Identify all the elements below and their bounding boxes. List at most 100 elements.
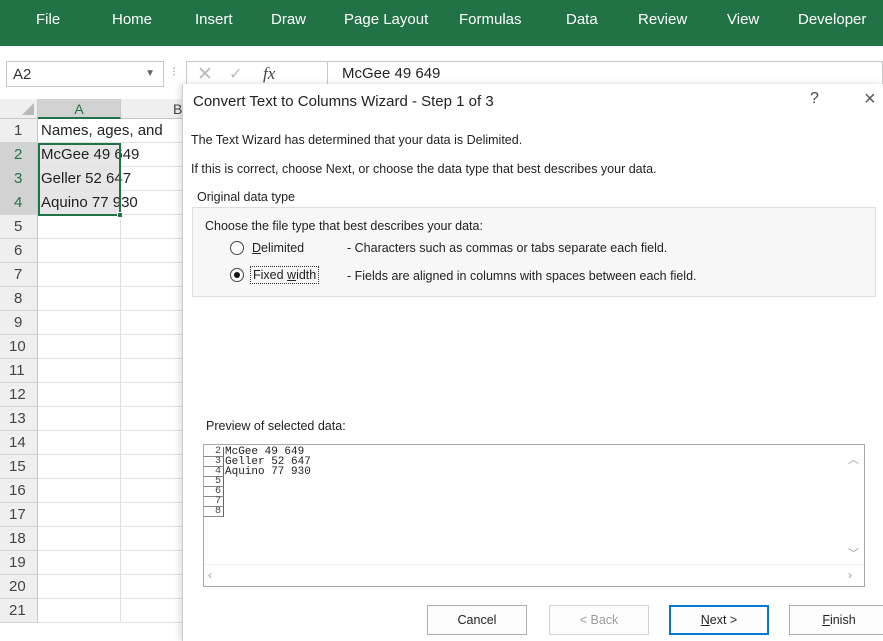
drag-handle-icon[interactable]: ⁝	[172, 64, 176, 80]
preview-vertical-scrollbar[interactable]: ︿ ﹀	[844, 445, 864, 565]
delimited-label-rest: elimited	[261, 241, 305, 255]
wizard-instruction-text: If this is correct, choose Next, or choo…	[191, 162, 657, 176]
delimited-accesskey: D	[252, 241, 262, 255]
row-header-4[interactable]: 4	[0, 191, 38, 215]
cell-a3[interactable]: Geller 52 647	[38, 167, 131, 191]
row-header-18[interactable]: 18	[0, 527, 38, 551]
cell-a2[interactable]: McGee 49 649	[38, 143, 139, 167]
fixed-width-radio[interactable]	[230, 268, 244, 282]
ribbon-tab-bar: File Home Insert Draw Page Layout Formul…	[0, 0, 883, 46]
tab-insert[interactable]: Insert	[195, 11, 233, 28]
tab-developer[interactable]: Developer	[798, 11, 866, 28]
finish-accesskey: F	[822, 613, 830, 627]
fixed-width-description: - Fields are aligned in columns with spa…	[347, 269, 697, 283]
preview-row-number: 8	[204, 507, 224, 517]
cell-a6[interactable]	[38, 239, 121, 263]
preview-row-number: 7	[204, 497, 224, 507]
back-button[interactable]: < Back	[549, 605, 649, 635]
cell-a4[interactable]: Aquino 77 930	[38, 191, 138, 215]
cell-a12[interactable]	[38, 383, 121, 407]
cell-a11[interactable]	[38, 359, 121, 383]
cell-a8[interactable]	[38, 287, 121, 311]
cell-a21[interactable]	[38, 599, 121, 623]
cell-a17[interactable]	[38, 503, 121, 527]
cancel-button[interactable]: Cancel	[427, 605, 527, 635]
finish-button[interactable]: Finish	[789, 605, 883, 635]
tab-review[interactable]: Review	[638, 11, 687, 28]
fixed-width-label-rest: idth	[296, 268, 317, 282]
text-to-columns-dialog: Convert Text to Columns Wizard - Step 1 …	[182, 84, 883, 641]
cell-a7[interactable]	[38, 263, 121, 287]
preview-row-number: 3	[204, 457, 224, 467]
close-icon[interactable]: ×	[864, 88, 876, 111]
data-preview[interactable]: 2 3 4 5 6 7 8 McGee 49 649 Geller 52 647…	[203, 444, 865, 587]
row-header-16[interactable]: 16	[0, 479, 38, 503]
tab-formulas[interactable]: Formulas	[459, 11, 522, 28]
cell-a15[interactable]	[38, 455, 121, 479]
cell-a1[interactable]: Names, ages, and	[38, 119, 163, 143]
select-all-icon	[22, 103, 34, 115]
row-header-1[interactable]: 1	[0, 119, 38, 143]
insert-function-icon[interactable]: fx	[263, 64, 275, 84]
dialog-title: Convert Text to Columns Wizard - Step 1 …	[193, 93, 494, 110]
row-header-11[interactable]: 11	[0, 359, 38, 383]
tab-page-layout[interactable]: Page Layout	[344, 11, 428, 28]
select-all-button[interactable]	[0, 99, 38, 119]
cell-a9[interactable]	[38, 311, 121, 335]
chevron-right-icon[interactable]: ›	[848, 568, 852, 582]
cell-a10[interactable]	[38, 335, 121, 359]
chevron-down-icon[interactable]: ▼	[145, 68, 155, 79]
delimited-radio[interactable]	[230, 241, 244, 255]
preview-row-numbers: 2 3 4 5 6 7 8	[204, 447, 224, 517]
row-header-12[interactable]: 12	[0, 383, 38, 407]
tab-draw[interactable]: Draw	[271, 11, 306, 28]
row-header-9[interactable]: 9	[0, 311, 38, 335]
row-header-14[interactable]: 14	[0, 431, 38, 455]
row-header-6[interactable]: 6	[0, 239, 38, 263]
cell-a20[interactable]	[38, 575, 121, 599]
preview-label: Preview of selected data:	[206, 419, 346, 433]
chevron-left-icon[interactable]: ‹	[208, 568, 212, 582]
row-header-3[interactable]: 3	[0, 167, 38, 191]
delimited-label[interactable]: Delimited	[252, 241, 304, 255]
row-header-17[interactable]: 17	[0, 503, 38, 527]
help-button[interactable]: ?	[810, 90, 819, 108]
tab-home[interactable]: Home	[112, 11, 152, 28]
cell-a16[interactable]	[38, 479, 121, 503]
chevron-down-icon[interactable]: ﹀	[848, 545, 859, 561]
finish-label-rest: inish	[829, 613, 856, 627]
next-button[interactable]: Next >	[669, 605, 769, 635]
row-header-8[interactable]: 8	[0, 287, 38, 311]
tab-data[interactable]: Data	[566, 11, 598, 28]
fixed-width-accesskey: w	[287, 268, 297, 282]
fixed-width-label-first: Fixed	[253, 268, 288, 282]
confirm-entry-icon[interactable]: ✓	[229, 64, 242, 84]
row-header-19[interactable]: 19	[0, 551, 38, 575]
cell-a18[interactable]	[38, 527, 121, 551]
name-box-value: A2	[13, 66, 32, 83]
preview-row-number: 4	[204, 467, 224, 477]
cell-a19[interactable]	[38, 551, 121, 575]
tab-file[interactable]: File	[36, 11, 60, 28]
cell-a5[interactable]	[38, 215, 121, 239]
row-header-15[interactable]: 15	[0, 455, 38, 479]
row-header-10[interactable]: 10	[0, 335, 38, 359]
chevron-up-icon[interactable]: ︿	[848, 451, 859, 467]
fixed-width-label[interactable]: Fixed width	[250, 266, 320, 284]
row-header-7[interactable]: 7	[0, 263, 38, 287]
name-box[interactable]: A2 ▼	[6, 61, 164, 87]
row-header-2[interactable]: 2	[0, 143, 38, 167]
preview-horizontal-scrollbar[interactable]: ‹ ›	[204, 564, 864, 586]
cancel-entry-icon[interactable]: ✕	[197, 63, 213, 86]
preview-line: Aquino 77 930	[225, 466, 311, 478]
row-header-20[interactable]: 20	[0, 575, 38, 599]
delimited-description: - Characters such as commas or tabs sepa…	[347, 241, 668, 255]
row-header-13[interactable]: 13	[0, 407, 38, 431]
cell-a13[interactable]	[38, 407, 121, 431]
column-header-a[interactable]: A	[38, 99, 121, 119]
preview-row-number: 6	[204, 487, 224, 497]
row-header-5[interactable]: 5	[0, 215, 38, 239]
tab-view[interactable]: View	[727, 11, 759, 28]
cell-a14[interactable]	[38, 431, 121, 455]
row-header-21[interactable]: 21	[0, 599, 38, 623]
